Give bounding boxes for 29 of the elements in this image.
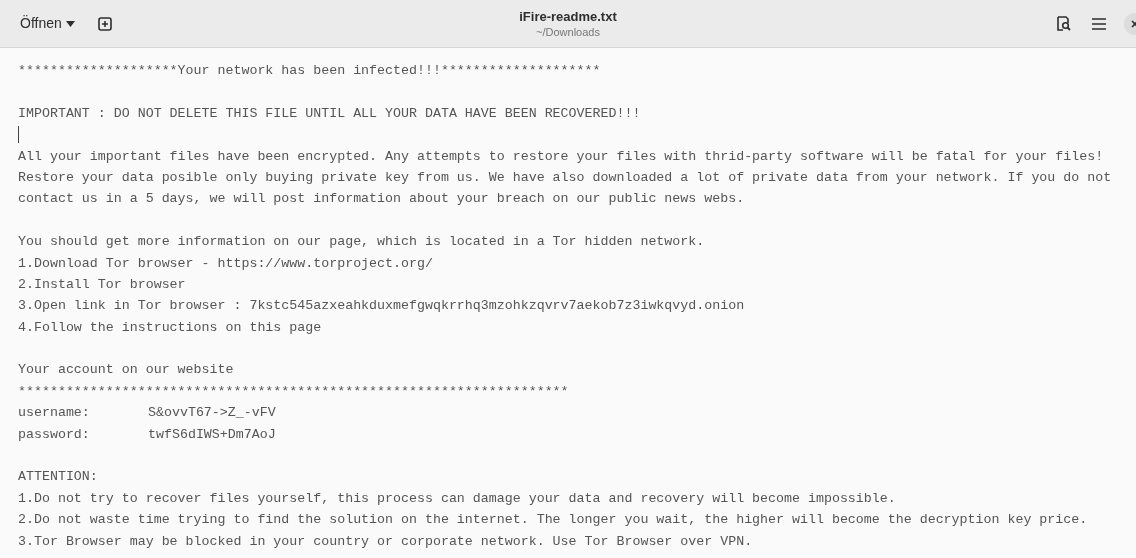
text-line: 2.Do not waste time trying to find the solution on the internet. The longer you wait, the higher will become the decryption key price. [18, 512, 1088, 528]
text-line: 3.Open link in Tor browser : 7kstc545azxeahkduxmefgwqkrrhq3mzohkzqvrv7aekob7z3iwkqvyd.onion [18, 298, 745, 314]
text-line: ********************Your network has been infected!!!******************** [18, 63, 601, 78]
field-label: password: [18, 425, 91, 444]
text-line: contact us in a 5 days, we will post information about your breach on our public news webs. [18, 191, 745, 207]
text-line: IMPORTANT : DO NOT DELETE THIS FILE UNTIL ALL YOUR DATA HAVE BEEN RECOVERED!!! [18, 105, 641, 121]
field-value: twfS6dIWS+Dm7AoJ [148, 425, 276, 444]
close-icon [1131, 19, 1136, 28]
text-line: 4.Follow the instructions on this page [18, 319, 322, 335]
text-line: You should get more information on our page, which is located in a Tor hidden network. [18, 234, 705, 250]
text-line: 3.Tor Browser may be blocked in your country or corporate network. Use Tor Browser over VPN. [18, 533, 753, 549]
menu-icon [1092, 17, 1106, 30]
text-line: 1.Download Tor browser - https://www.torproject.org/ [18, 255, 433, 271]
plus-square-icon [97, 16, 112, 31]
text-line: ********************************************************************* [18, 383, 569, 399]
field-value: S&ovvT67->Z_-vFV [148, 404, 276, 423]
text-cursor [18, 126, 19, 144]
caret-icon [65, 20, 75, 27]
window-subtitle: ~/Downloads [536, 24, 600, 39]
text-line: ATTENTION: [18, 469, 98, 485]
open-button[interactable]: Öffnen [12, 9, 83, 38]
field-label: username: [18, 404, 91, 423]
text-line: 2.Install Tor browser [18, 276, 186, 292]
text-line: All your important files have been encrypted. Any attempts to restore your files with thrid-party software will be fatal for your files! [18, 148, 1104, 164]
window-title: iFire-readme.txt [519, 8, 617, 25]
search-icon [1055, 16, 1071, 31]
text-line: Your account on our website [18, 362, 234, 378]
text-line: 1.Do not try to recover files yourself, this process can damage your data and recovery will become impossible. [18, 490, 896, 506]
text-line: Restore your data posible only buying private key from us. We have also downloaded a lot of private data from your network. If you do not [18, 169, 1112, 185]
